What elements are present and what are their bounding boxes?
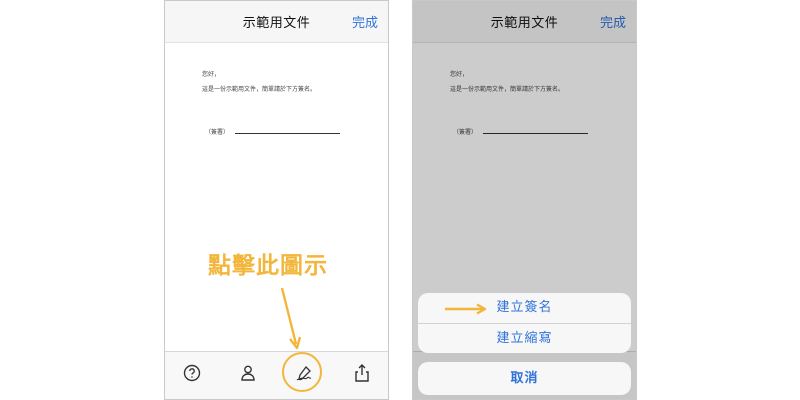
cancel-button[interactable]: 取消 — [418, 362, 631, 395]
document-body: 這是一份示範用文件，簡單請於下方簽名。 — [202, 86, 317, 93]
callout-arrow-icon — [280, 287, 302, 350]
pointer-arrow-icon — [445, 303, 487, 315]
callout-text: 點擊此圖示 — [208, 253, 328, 279]
nav-bar: 示範用文件 完成 — [165, 1, 388, 43]
signature-line[interactable] — [235, 133, 340, 134]
signature-icon[interactable] — [293, 362, 315, 384]
bottom-toolbar — [165, 351, 388, 399]
signature-label: （簽署） — [205, 129, 230, 136]
done-button[interactable]: 完成 — [352, 12, 378, 31]
right-phone-screen: 示範用文件 完成 您好， 這是一份示範用文件，簡單請於下方簽名。 （簽署） 建立… — [412, 0, 637, 400]
cancel-sheet: 取消 — [418, 362, 631, 395]
share-icon[interactable] — [351, 362, 373, 384]
help-icon[interactable] — [181, 362, 203, 384]
person-icon[interactable] — [237, 362, 259, 384]
create-initials-option[interactable]: 建立縮寫 — [418, 323, 631, 353]
document-greeting: 您好， — [202, 71, 221, 78]
action-sheet: 建立簽名 建立縮寫 — [418, 293, 631, 353]
